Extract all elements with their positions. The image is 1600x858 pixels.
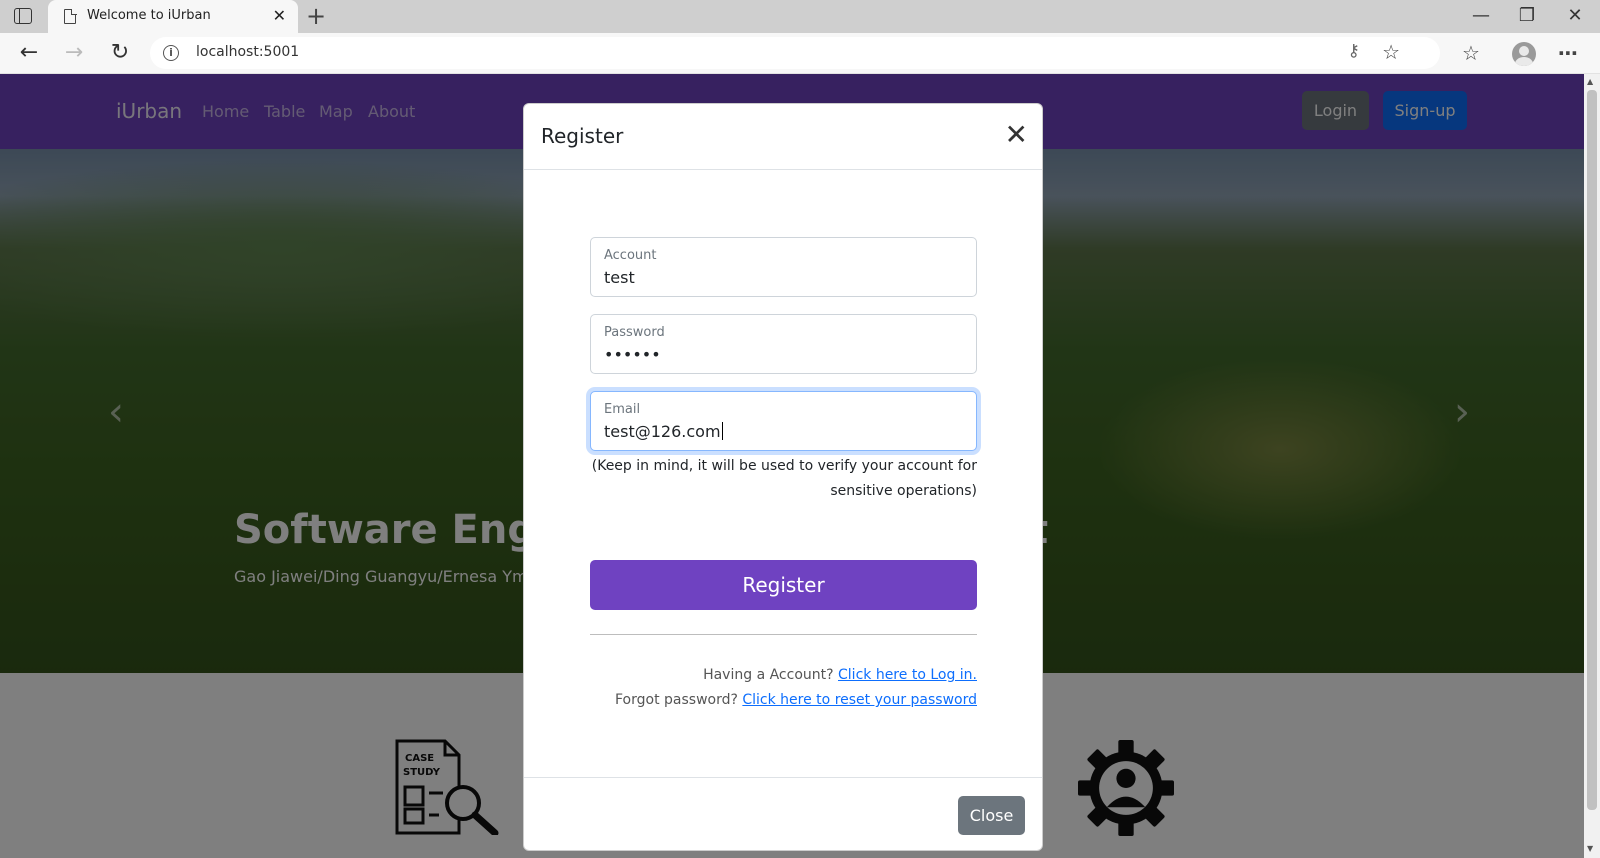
forward-arrow-icon[interactable]: → [60,39,88,67]
divider [590,634,977,635]
maximize-icon[interactable]: ❐ [1504,4,1550,28]
modal-header: Register ✕ [524,104,1042,170]
info-icon[interactable]: i [163,45,179,61]
minimize-icon[interactable]: — [1458,4,1504,28]
password-label: Password [604,325,665,340]
tab-close-icon[interactable]: ✕ [273,6,286,26]
back-arrow-icon[interactable]: ← [15,39,43,67]
email-label: Email [604,402,641,417]
login-prompt: Having a Account? Click here to Log in. [590,667,977,683]
key-icon[interactable]: ⚷ [1348,41,1360,61]
tab-title: Welcome to iUrban [87,8,211,23]
favorite-star-icon[interactable]: ☆ [1382,40,1400,64]
page-scrollbar[interactable]: ▲ ▼ [1584,74,1600,858]
email-hint-line-2: sensitive operations) [830,483,977,499]
reset-prompt: Forgot password? Click here to reset you… [590,692,977,708]
register-button[interactable]: Register [590,560,977,610]
reset-password-link[interactable]: Click here to reset your password [742,692,977,708]
register-modal: Register ✕ Account test Password •••••• … [523,103,1043,851]
forgot-password-text: Forgot password? [615,692,738,708]
scroll-thumb[interactable] [1587,90,1597,810]
modal-close-icon[interactable]: ✕ [1005,120,1028,150]
refresh-icon[interactable]: ↻ [106,39,134,67]
text-caret [721,422,723,440]
email-field[interactable]: Email test@126.com [590,391,977,451]
email-value-wrap[interactable]: test@126.com [604,422,723,441]
account-field[interactable]: Account test [590,237,977,297]
having-account-text: Having a Account? [703,667,834,683]
browser-toolbar: ← → ↻ i localhost:5001 ⚷ ☆ ☆ ⋯ [0,33,1600,74]
browser-tab[interactable]: Welcome to iUrban ✕ [48,0,298,33]
scroll-up-icon[interactable]: ▲ [1587,77,1593,86]
scroll-down-icon[interactable]: ▼ [1587,844,1593,853]
email-hint-line-1: (Keep in mind, it will be used to verify… [591,458,977,474]
profile-icon[interactable] [1512,42,1536,66]
email-hint: (Keep in mind, it will be used to verify… [590,454,977,504]
address-bar[interactable]: i localhost:5001 ⚷ ☆ [150,37,1440,69]
account-value[interactable]: test [604,268,635,287]
favorites-icon[interactable]: ☆ [1462,39,1480,67]
more-icon[interactable]: ⋯ [1558,39,1578,67]
password-value[interactable]: •••••• [604,345,661,364]
modal-title: Register [541,124,624,148]
account-label: Account [604,248,657,263]
login-link[interactable]: Click here to Log in. [838,667,977,683]
page-icon [64,8,77,24]
password-field[interactable]: Password •••••• [590,314,977,374]
close-button[interactable]: Close [958,796,1025,835]
new-tab-icon[interactable]: + [306,3,326,29]
browser-tabstrip: Welcome to iUrban ✕ + — ❐ ✕ [0,0,1600,33]
sidebar-icon[interactable] [14,8,32,24]
email-value[interactable]: test@126.com [604,422,721,441]
modal-footer: Close [524,777,1042,852]
url-text[interactable]: localhost:5001 [196,44,299,60]
window-close-icon[interactable]: ✕ [1552,4,1598,28]
